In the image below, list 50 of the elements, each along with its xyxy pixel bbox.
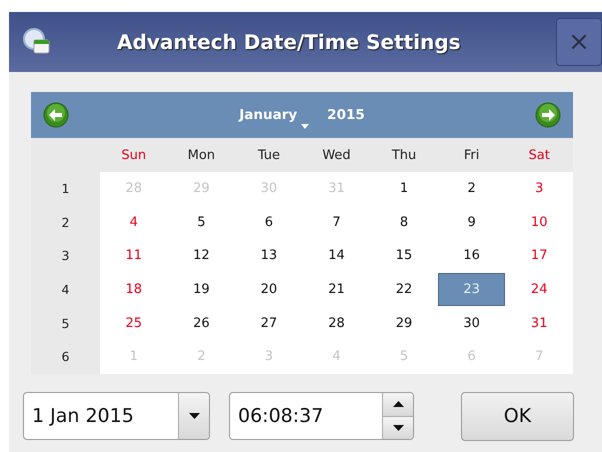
day-cell[interactable]: 20 <box>235 272 303 306</box>
ok-button[interactable]: OK <box>461 392 574 441</box>
week-number: 6 <box>31 340 100 374</box>
day-cell[interactable]: 13 <box>235 239 303 273</box>
day-cell[interactable]: 5 <box>168 206 236 240</box>
day-cell[interactable]: 9 <box>438 206 506 240</box>
day-cell[interactable]: 17 <box>505 239 573 273</box>
next-month-icon[interactable] <box>534 102 561 128</box>
day-cell[interactable]: 14 <box>302 239 370 273</box>
window-title: Advantech Date/Time Settings <box>117 29 461 56</box>
day-cell[interactable]: 30 <box>438 306 506 340</box>
dropdown-icon <box>301 124 310 129</box>
day-cell[interactable]: 15 <box>370 239 438 273</box>
day-cell[interactable]: 28 <box>302 306 370 340</box>
day-cell[interactable]: 12 <box>168 239 236 273</box>
day-cell[interactable]: 2 <box>438 172 506 206</box>
week-number: 1 <box>31 172 100 206</box>
week-number: 2 <box>31 206 100 240</box>
day-cell[interactable]: 8 <box>370 206 438 240</box>
day-cell[interactable]: 29 <box>370 306 438 340</box>
day-cell[interactable]: 27 <box>235 306 303 340</box>
weekday-header: Fri <box>438 138 506 172</box>
day-cell[interactable]: 3 <box>505 172 573 206</box>
week-number: 3 <box>31 239 100 273</box>
day-cell[interactable]: 16 <box>438 239 506 273</box>
day-cell[interactable]: 22 <box>370 272 438 306</box>
week-number: 5 <box>31 306 100 340</box>
day-cell[interactable]: 4 <box>100 206 168 240</box>
day-cell[interactable]: 1 <box>370 172 438 206</box>
weekday-header: Tue <box>235 138 303 172</box>
weekday-header: Sun <box>100 138 168 172</box>
weekday-header: Wed <box>302 138 370 172</box>
day-cell[interactable]: 24 <box>505 272 573 306</box>
day-cell[interactable]: 19 <box>168 272 236 306</box>
down-arrow-icon <box>188 413 200 420</box>
day-cell[interactable]: 31 <box>505 306 573 340</box>
day-cell[interactable]: 10 <box>505 206 573 240</box>
day-cell[interactable]: 25 <box>100 306 168 340</box>
day-cell[interactable]: 11 <box>100 239 168 273</box>
day-cell[interactable]: 6 <box>235 206 303 240</box>
previous-month-icon[interactable] <box>43 102 69 128</box>
day-cell[interactable]: 7 <box>302 206 370 240</box>
week-number: 4 <box>31 272 100 306</box>
weekday-header: Sat <box>505 138 573 172</box>
weekday-header: Mon <box>168 138 236 172</box>
day-cell[interactable]: 18 <box>100 272 168 306</box>
day-cell[interactable]: 21 <box>302 272 370 306</box>
weekday-header: Thu <box>370 138 438 172</box>
date-dropdown[interactable]: 1 Jan 2015 <box>23 392 210 440</box>
day-cell[interactable]: 26 <box>168 306 236 340</box>
